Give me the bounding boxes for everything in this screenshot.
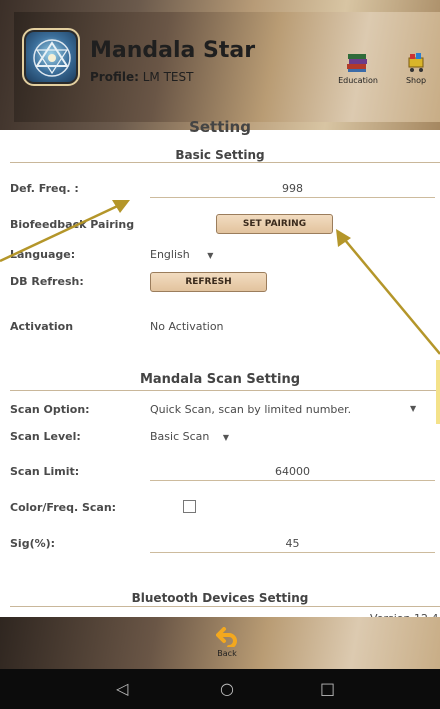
def-freq-label: Def. Freq. : [10,182,79,195]
app-title: Mandala Star [90,38,256,63]
chevron-down-icon: ▼ [207,251,214,260]
cart-icon [408,53,424,72]
profile-label: Profile: [90,70,139,84]
scan-level-value: Basic Scan [150,430,210,443]
back-arrow-icon [216,627,237,649]
activation-value: No Activation [150,320,224,333]
shop-label: Shop [405,76,427,85]
logo-star-icon [33,39,71,77]
education-button[interactable]: Education [332,50,384,85]
color-freq-label: Color/Freq. Scan: [10,501,117,514]
scan-limit-input[interactable]: 64000 [150,465,435,481]
scan-limit-label: Scan Limit: [10,465,80,478]
app-header: Mandala Star Profile: LM TEST Education … [0,0,440,130]
biofeedback-label: Biofeedback Pairing [10,218,135,231]
bluetooth-setting-title: Bluetooth Devices Setting [131,591,309,605]
scan-option-label: Scan Option: [10,403,90,416]
annotation-arrow-right [336,229,440,355]
color-freq-checkbox[interactable] [183,500,196,513]
basic-divider [10,162,440,163]
sig-input[interactable]: 45 [150,537,435,553]
profile-value: LM TEST [142,70,194,84]
def-freq-input[interactable]: 998 [150,182,435,198]
activation-label: Activation [10,320,74,333]
language-label: Language: [10,248,76,261]
bluetooth-divider [10,606,440,607]
refresh-button[interactable]: REFRESH [150,272,267,292]
nav-back-icon[interactable]: ◁ [116,679,128,698]
sig-label: Sig(%): [10,537,56,550]
shop-button[interactable]: Shop [398,50,434,85]
chevron-down-icon: ▼ [410,404,417,413]
scan-level-select[interactable]: Basic Scan ▼ [150,430,229,443]
set-pairing-button[interactable]: SET PAIRING [216,214,333,234]
db-refresh-label: DB Refresh: [10,275,84,288]
scan-option-select[interactable]: Quick Scan, scan by limited number. ▼ [150,403,420,416]
mandala-star-logo [22,28,80,86]
chevron-down-icon: ▼ [222,433,230,442]
scan-level-label: Scan Level: [10,430,81,443]
nav-recents-icon[interactable]: □ [320,679,335,698]
footer-bar: Back [0,617,440,669]
books-icon [347,54,367,72]
basic-setting-title: Basic Setting [175,148,265,162]
education-label: Education [338,76,378,85]
scan-option-value: Quick Scan, scan by limited number. [150,403,352,416]
annotation-callout-box [436,360,440,424]
back-label: Back [217,649,237,658]
page-title: Setting [189,118,251,136]
language-select[interactable]: English ▼ [150,248,213,261]
profile-line: Profile: LM TEST [90,70,193,84]
scan-setting-title: Mandala Scan Setting [139,372,301,387]
nav-home-icon[interactable]: ○ [220,679,234,698]
scan-divider [10,390,440,391]
language-value: English [150,248,190,261]
back-button[interactable]: Back [207,627,247,658]
system-nav-bar: ◁ ○ □ [0,669,440,709]
